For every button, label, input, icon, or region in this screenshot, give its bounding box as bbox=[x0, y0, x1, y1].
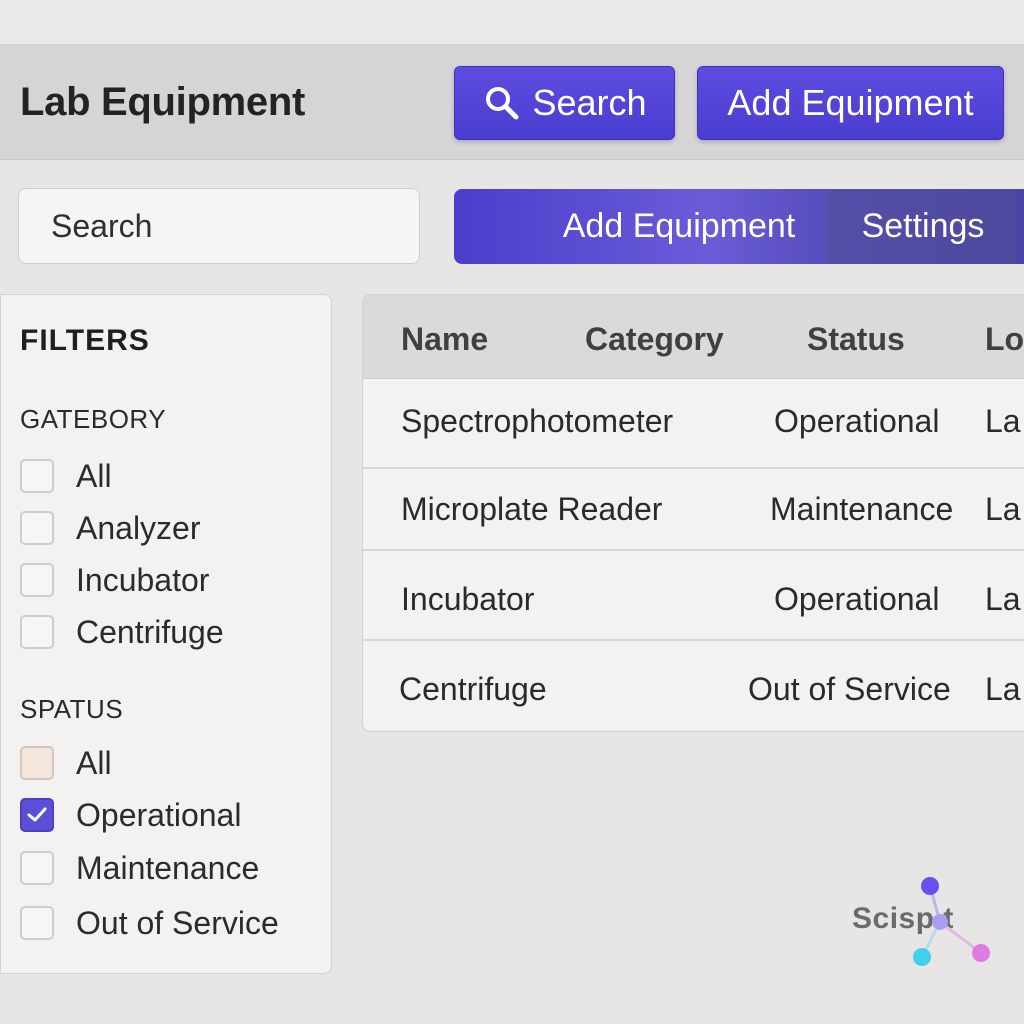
tab-settings[interactable]: Settings bbox=[830, 189, 1016, 264]
search-icon bbox=[486, 87, 519, 120]
status-option-operational[interactable]: Operational bbox=[20, 795, 241, 835]
checkbox-checked[interactable] bbox=[20, 798, 54, 832]
column-header-name[interactable]: Name bbox=[401, 321, 488, 358]
page-title: Lab Equipment bbox=[20, 80, 305, 124]
action-bar: Add Equipment Settings bbox=[454, 189, 1024, 264]
cell-status: Out of Service bbox=[748, 671, 951, 707]
tab-add-equipment[interactable]: Add Equipment bbox=[544, 189, 814, 264]
cell-name: Microplate Reader bbox=[401, 491, 663, 527]
table-row[interactable]: Incubator Operational La bbox=[363, 551, 1024, 641]
status-option-maintenance[interactable]: Maintenance bbox=[20, 848, 259, 888]
cell-status: Operational bbox=[774, 403, 940, 439]
checkbox[interactable] bbox=[20, 615, 54, 649]
category-option-analyzer[interactable]: Analyzer bbox=[20, 508, 201, 548]
column-header-location[interactable]: Lo bbox=[985, 321, 1024, 358]
search-input[interactable] bbox=[18, 188, 420, 264]
cell-location: La bbox=[985, 581, 1021, 617]
table-row[interactable]: Microplate Reader Maintenance La bbox=[363, 461, 1024, 551]
status-option-all[interactable]: All bbox=[20, 743, 112, 783]
filters-title: FILTERS bbox=[20, 324, 150, 357]
window-top-strip bbox=[0, 0, 1024, 44]
checkbox-label: Centrifuge bbox=[76, 613, 224, 650]
table-row[interactable]: Spectrophotometer Operational La bbox=[363, 379, 1024, 469]
cell-status: Maintenance bbox=[770, 491, 954, 527]
cell-location: La bbox=[985, 671, 1021, 707]
checkbox[interactable] bbox=[20, 459, 54, 493]
status-filter-title: SPATUS bbox=[20, 694, 124, 724]
cell-location: La bbox=[985, 403, 1021, 439]
molecule-icon bbox=[913, 877, 990, 966]
cell-name: Centrifuge bbox=[399, 671, 547, 707]
checkbox[interactable] bbox=[20, 851, 54, 885]
category-option-incubator[interactable]: Incubator bbox=[20, 560, 209, 600]
checkbox-label: All bbox=[76, 744, 112, 781]
checkbox-label: Out of Service bbox=[76, 904, 279, 941]
category-option-all[interactable]: All bbox=[20, 456, 112, 496]
checkbox-label: Operational bbox=[76, 796, 242, 833]
checkbox-label: All bbox=[76, 457, 112, 494]
cell-name: Incubator bbox=[401, 581, 535, 617]
cell-status: Operational bbox=[774, 581, 940, 617]
checkbox-label: Analyzer bbox=[76, 509, 201, 546]
checkmark-icon bbox=[27, 807, 47, 822]
checkbox[interactable] bbox=[20, 906, 54, 940]
brand-logo: Scisp t bbox=[852, 876, 992, 971]
checkbox-label: Incubator bbox=[76, 561, 210, 598]
cell-name: Spectrophotometer bbox=[401, 403, 674, 439]
column-header-category[interactable]: Category bbox=[585, 321, 724, 358]
table-row[interactable]: Centrifuge Out of Service La bbox=[363, 643, 1024, 731]
checkbox-label: Maintenance bbox=[76, 849, 260, 886]
column-header-status[interactable]: Status bbox=[807, 321, 905, 358]
search-button[interactable]: Search bbox=[454, 66, 675, 140]
table-header: Name Category Status Lo bbox=[363, 295, 1024, 379]
search-button-label: Search bbox=[532, 82, 647, 123]
equipment-table: Name Category Status Lo Spectrophotomete… bbox=[362, 294, 1024, 732]
add-equipment-button[interactable]: Add Equipment bbox=[697, 66, 1004, 140]
cell-location: La bbox=[985, 491, 1021, 527]
checkbox[interactable] bbox=[20, 511, 54, 545]
category-filter-title: GATEBORY bbox=[20, 404, 167, 434]
checkbox[interactable] bbox=[20, 746, 54, 780]
checkbox[interactable] bbox=[20, 563, 54, 597]
status-option-out-of-service[interactable]: Out of Service bbox=[20, 903, 279, 943]
category-option-centrifuge[interactable]: Centrifuge bbox=[20, 612, 224, 652]
